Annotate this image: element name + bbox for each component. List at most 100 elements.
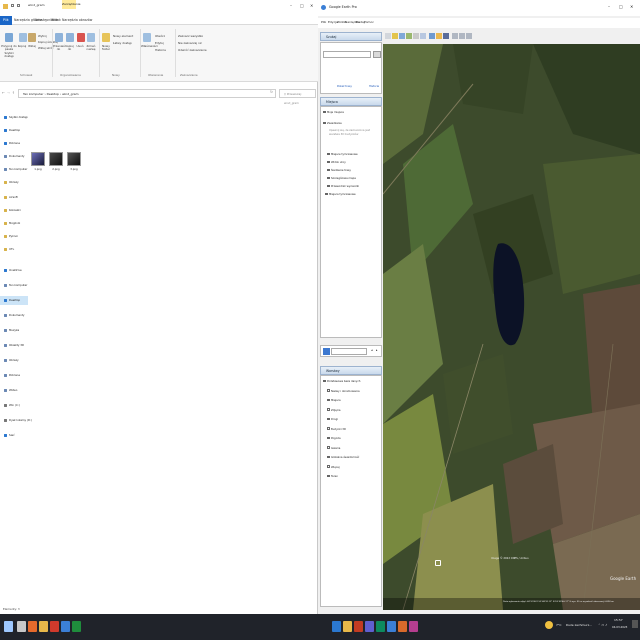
clock-time[interactable]: 15:57 (614, 618, 623, 622)
rename-button[interactable]: Zmień nazwę (85, 44, 97, 52)
checkbox[interactable] (323, 121, 326, 125)
menu-file[interactable]: Plik (321, 20, 326, 24)
place-item[interactable]: Śledzenie trasy (327, 168, 351, 173)
checkbox[interactable] (327, 417, 330, 421)
forward-arrow-icon[interactable]: → (7, 91, 10, 95)
checkbox[interactable] (327, 474, 330, 478)
earth-search-button[interactable] (373, 51, 381, 58)
print-icon[interactable] (466, 33, 472, 39)
layer-item[interactable]: Nazwy i obramowania (327, 389, 360, 394)
place-item[interactable]: Moje miejsca (323, 110, 344, 115)
search-places-button[interactable] (323, 348, 330, 355)
checkbox[interactable] (327, 436, 330, 440)
checkbox[interactable] (327, 160, 330, 164)
history-link[interactable]: Historia (369, 85, 379, 88)
layer-item[interactable]: Pogoda (327, 436, 341, 441)
rename-icon[interactable] (87, 33, 95, 42)
checkbox[interactable] (327, 168, 330, 172)
file-thumbnail[interactable]: 2.png (49, 152, 63, 176)
nav-item[interactable]: Pyknoi (4, 232, 28, 241)
checkbox[interactable] (327, 455, 330, 459)
nav-item[interactable]: Obiekty 3D (4, 341, 28, 350)
planets-icon[interactable] (443, 33, 449, 39)
menu-help[interactable]: Pomoc (364, 20, 374, 24)
layer-item[interactable]: Podstawowa baza danych (323, 379, 360, 384)
place-item[interactable]: Przewodnik wycieczki (327, 184, 359, 189)
checkbox[interactable] (327, 176, 330, 180)
nav-item[interactable]: Wideo (4, 386, 28, 395)
clock-date[interactable]: 04.03.2023 (612, 625, 627, 629)
checkbox[interactable] (327, 465, 330, 468)
directions-link[interactable]: Pokaż trasy (337, 85, 352, 88)
copy-to-icon[interactable] (66, 33, 74, 42)
nav-item[interactable]: Pobrane (4, 139, 28, 148)
place-item[interactable]: Widok ulicy (327, 160, 346, 165)
nav-item[interactable]: Muzyka (4, 326, 28, 335)
taskbar-app-icon[interactable] (398, 621, 407, 632)
taskbar-app-icon[interactable] (376, 621, 385, 632)
nav-item[interactable]: Dokumenty (4, 311, 28, 320)
path-segment[interactable]: wind_gram (62, 92, 79, 96)
satellite-map-view[interactable]: Image © 2022 CNES / Airbus Google Earth (383, 44, 640, 610)
ruler-icon[interactable] (452, 33, 458, 39)
notifications-icon[interactable] (632, 620, 638, 628)
nav-item[interactable]: Desktop (0, 296, 28, 305)
nav-item[interactable]: Ten komputer (4, 281, 28, 290)
nav-item[interactable]: Mogilnik (4, 219, 28, 228)
easy-access-button[interactable]: Łatwy dostęp (113, 41, 132, 45)
nav-item[interactable]: Dysk lokalny (D:) (4, 416, 32, 425)
layer-item[interactable]: Zdjęcia (327, 408, 340, 413)
nav-item[interactable]: Dokumenty (4, 152, 28, 161)
taskbar-app-icon[interactable] (354, 621, 363, 632)
close-button[interactable]: ✕ (630, 4, 633, 9)
refresh-icon[interactable]: ↻ (270, 90, 273, 94)
layer-item[interactable]: Więcej (327, 465, 340, 470)
checkbox[interactable] (325, 192, 328, 196)
taskbar-explorer-icon[interactable] (39, 621, 48, 632)
polygon-icon[interactable] (399, 33, 405, 39)
edit-button[interactable]: Edytuj (155, 41, 164, 45)
select-none-button[interactable]: Nie zaznaczaj nic (178, 41, 202, 45)
history-button[interactable]: Historia (155, 48, 166, 52)
checkbox[interactable] (327, 446, 330, 449)
taskbar-app-icon[interactable] (332, 621, 341, 632)
overlay-icon[interactable] (413, 33, 419, 39)
nav-item[interactable]: OneDrive (4, 266, 28, 275)
tab-picture-tools[interactable]: Narzędzia obrazów (59, 16, 95, 25)
minimize-button[interactable]: – (290, 3, 292, 8)
path-segment[interactable]: Desktop (47, 92, 59, 96)
checkbox[interactable] (327, 184, 330, 188)
place-item[interactable]: Miejsca tymczasowe (325, 192, 356, 197)
weather-icon[interactable] (545, 621, 553, 629)
checkbox[interactable] (323, 110, 326, 114)
file-thumbnail[interactable]: 1.png (31, 152, 45, 176)
taskbar-app-icon[interactable] (409, 621, 418, 632)
tab-file[interactable]: Plik (0, 16, 12, 25)
layer-item[interactable]: Teren (327, 474, 338, 479)
nav-item[interactable]: Obrazy (4, 178, 28, 187)
tab-manage[interactable]: Zarządzanie (62, 0, 80, 9)
place-item[interactable]: Szczegółowa mapa (327, 176, 356, 181)
layer-item[interactable]: Miejsca (327, 398, 341, 403)
checkbox[interactable] (327, 408, 330, 411)
system-tray-icons[interactable]: ⌃ ▭ ♪ (598, 623, 607, 627)
email-icon[interactable] (459, 33, 465, 39)
checkbox[interactable] (327, 398, 330, 402)
nav-item[interactable]: Sieć (4, 431, 28, 440)
layer-item[interactable]: Budynki 3D (327, 427, 346, 432)
path-icon[interactable] (406, 33, 412, 39)
taskbar-app-icon[interactable] (365, 621, 374, 632)
taskbar-app-icon[interactable] (61, 621, 70, 632)
sun-icon[interactable] (436, 33, 442, 39)
back-arrow-icon[interactable]: ← (2, 91, 5, 95)
tour-icon[interactable] (420, 33, 426, 39)
layer-item[interactable]: Drogi (327, 417, 338, 422)
weather-text[interactable]: Duże zachmurz... (566, 623, 592, 627)
maximize-button[interactable]: □ (619, 4, 623, 9)
nav-item[interactable]: Kokoszki (4, 206, 28, 215)
nav-item[interactable]: Desktop (4, 126, 28, 135)
checkbox[interactable] (327, 389, 330, 392)
new-folder-button[interactable]: Nowy folder (100, 44, 112, 52)
place-item[interactable]: Upewnij się, że zaznaczona jest warstwa … (329, 129, 381, 137)
new-folder-icon[interactable] (102, 33, 110, 42)
